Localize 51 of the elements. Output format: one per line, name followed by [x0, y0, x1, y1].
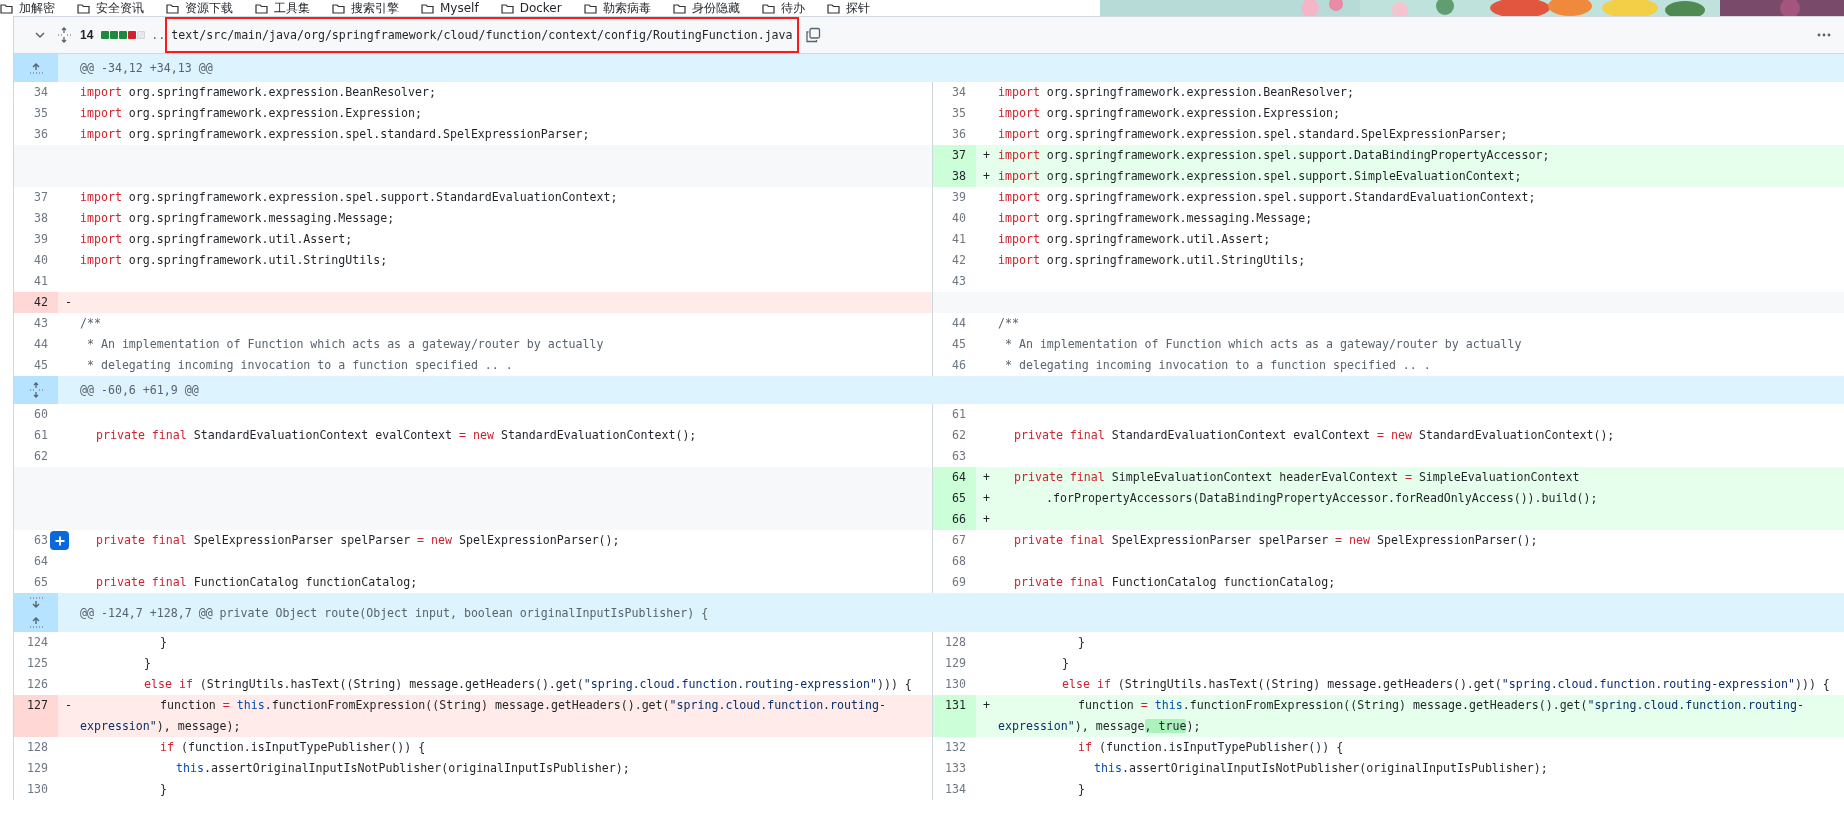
diff-sign: +	[976, 509, 998, 530]
copy-button[interactable]	[804, 27, 821, 43]
line-number: 37	[932, 145, 976, 166]
folder-icon	[166, 2, 179, 14]
line-number: 131	[932, 695, 976, 737]
diff-sign: -	[58, 292, 80, 313]
bookmark-link[interactable]: 身份隐藏	[672, 0, 740, 16]
folder-icon	[583, 2, 597, 14]
line-number: 64	[932, 467, 976, 488]
line-number: 127	[14, 695, 58, 737]
bookmark-link[interactable]: 搜索引擎	[332, 0, 399, 16]
bookmark-link[interactable]: 勒索病毒	[583, 0, 651, 16]
copy-icon	[804, 27, 821, 43]
bookmark-link[interactable]: 资源下载	[166, 0, 233, 16]
folder-icon	[421, 2, 434, 14]
diff-sign: +	[976, 467, 998, 488]
diff-sign: -	[58, 695, 80, 737]
folder-icon	[332, 2, 345, 14]
hunk-header: @@ -60,6 +61,9 @@	[58, 376, 1844, 404]
diff-sign: +	[976, 166, 998, 187]
folder-icon	[77, 2, 90, 14]
hunk-header: @@ -124,7 +128,7 @@ private Object route(Object input, boolean originalInputIsPublisher) {	[58, 593, 1844, 632]
add-comment-button[interactable]	[50, 531, 69, 550]
hunk-header: @@ -34,12 +34,13 @@	[58, 54, 1844, 82]
line-number: 65	[932, 488, 976, 509]
path-ellipsis: ..	[151, 28, 166, 42]
bookmark-link[interactable]: 加解密	[0, 0, 55, 16]
diff-sign: +	[976, 488, 998, 509]
file-path: text/src/main/java/org/springframework/cloud/function/context/config/RoutingFunction.java	[171, 28, 793, 42]
line-number: 42	[14, 292, 58, 313]
unfold-icon	[56, 27, 72, 43]
folder-icon	[0, 2, 13, 14]
folder-icon	[826, 2, 840, 14]
unfold-icon	[28, 382, 44, 398]
expand-all-button[interactable]	[56, 27, 72, 43]
folder-icon	[761, 2, 775, 14]
changes-count: 14	[80, 28, 94, 42]
folder-icon	[255, 2, 268, 14]
line-number: 38	[932, 166, 976, 187]
folder-icon	[672, 2, 686, 14]
plus-icon	[53, 534, 66, 547]
bookmark-link[interactable]: 探针	[826, 0, 870, 16]
diff-sign: +	[976, 695, 998, 737]
bookmark-link[interactable]: Myself	[421, 0, 479, 16]
bookmark-link[interactable]: 安全资讯	[77, 0, 144, 16]
folder-icon	[500, 2, 514, 14]
line-number: 66	[932, 509, 976, 530]
diff-sign: +	[976, 145, 998, 166]
bookmark-link[interactable]: 待办	[761, 0, 805, 16]
bookmark-link[interactable]: 工具集	[255, 0, 310, 16]
bookmark-link[interactable]: Docker	[500, 0, 562, 16]
